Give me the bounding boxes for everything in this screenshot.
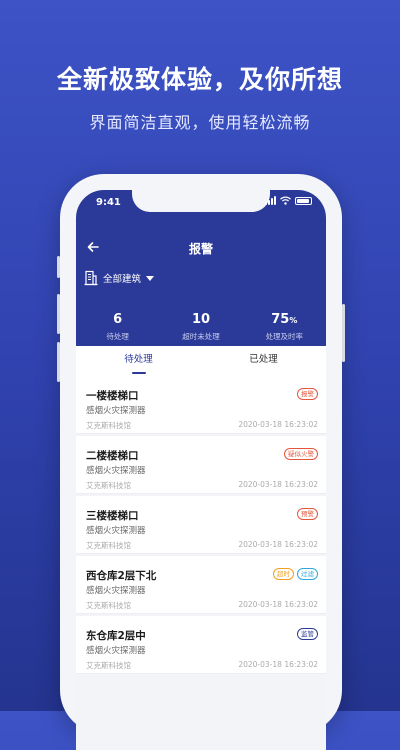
stat-timely-rate[interactable]: 75% 处理及时率 — [243, 312, 326, 342]
alarm-timestamp: 2020-03-18 16:23:02 — [238, 600, 318, 609]
alarm-device: 感烟火灾探测器 — [86, 586, 146, 596]
tab-processed[interactable]: 已处理 — [201, 346, 326, 376]
tab-pending[interactable]: 待处理 — [76, 346, 201, 376]
alarm-organization: 艾克斯科技馆 — [86, 661, 131, 670]
alarm-location: 二楼楼梯口 — [86, 450, 139, 462]
phone-volume-up — [57, 294, 60, 334]
phone-volume-down — [57, 342, 60, 382]
stat-pending[interactable]: 6 待处理 — [76, 312, 159, 342]
promo-subline: 界面简洁直观，使用轻松流畅 — [89, 113, 311, 132]
alarm-device: 感烟火灾探测器 — [86, 526, 146, 536]
alarm-badges: 疑似火警 — [284, 448, 318, 460]
app-screen: 9:41 报警 全部建筑 6 待处理 10 超时未处理 75% 处理及时率 待处… — [76, 190, 326, 750]
stat-timely-rate-unit: % — [289, 316, 298, 325]
alarm-timestamp: 2020-03-18 16:23:02 — [238, 660, 318, 669]
phone-notch — [132, 190, 270, 212]
page-title: 报警 — [188, 242, 213, 256]
alarm-badges: 预警 — [297, 508, 318, 520]
alarm-badges: 超时 过滤 — [273, 568, 318, 580]
alarm-card[interactable]: 一楼楼梯口感烟火灾探测器 艾克斯科技馆 2020-03-18 16:23:02 报警 — [76, 376, 326, 434]
alarm-timestamp: 2020-03-18 16:23:02 — [238, 540, 318, 549]
phone-power-button — [342, 304, 345, 362]
status-time: 9:41 — [96, 197, 121, 208]
stat-pending-label: 待处理 — [106, 332, 129, 341]
stats-row: 6 待处理 10 超时未处理 75% 处理及时率 — [76, 312, 326, 342]
signal-icon — [265, 196, 276, 205]
status-badge: 报警 — [297, 388, 318, 400]
stat-overdue-value: 10 — [191, 312, 211, 327]
status-badge: 监管 — [297, 628, 318, 640]
alarm-card[interactable]: 西仓库2层下北 感烟火灾探测器 艾克斯科技馆 2020-03-18 16:23:02 超… — [76, 556, 326, 614]
status-badge: 过滤 — [297, 568, 318, 580]
alarm-card[interactable]: 东仓库2层中 感烟火灾探测器 艾克斯科技馆 2020-03-18 16:23:02 监管 — [76, 616, 326, 674]
status-icons — [265, 196, 312, 205]
alarm-location: 三楼楼梯口 — [86, 510, 139, 522]
wifi-icon — [280, 196, 291, 205]
building-filter-label: 全部建筑 — [103, 274, 142, 285]
alarm-badges: 监管 — [297, 628, 318, 640]
building-filter-dropdown[interactable]: 全部建筑 — [84, 270, 155, 286]
stat-timely-rate-value: 75% — [243, 312, 326, 327]
alarm-timestamp: 2020-03-18 16:23:02 — [238, 480, 318, 489]
promo-headline: 全新极致体验，及你所想 — [56, 65, 343, 94]
alarm-timestamp: 2020-03-18 16:23:02 — [238, 420, 318, 429]
tab-bar: 待处理 已处理 — [76, 346, 326, 376]
alarm-location: 东仓库2层中 — [86, 630, 146, 642]
status-badge: 预警 — [297, 508, 318, 520]
stat-overdue[interactable]: 10 超时未处理 — [159, 312, 242, 342]
alarm-organization: 艾克斯科技馆 — [86, 481, 131, 490]
alarm-organization: 艾克斯科技馆 — [86, 421, 131, 430]
alarm-device: 感烟火灾探测器 — [86, 466, 146, 476]
alarm-badges: 报警 — [297, 388, 318, 400]
alarm-location: 西仓库2层下北 — [86, 570, 157, 582]
status-badge: 疑似火警 — [284, 448, 318, 460]
alarm-card[interactable]: 二楼楼梯口感烟火灾探测器 艾克斯科技馆 2020-03-18 16:23:02 疑似火… — [76, 436, 326, 494]
stat-timely-rate-label: 处理及时率 — [265, 332, 304, 341]
alarm-location: 一楼楼梯口 — [86, 390, 139, 402]
caret-down-icon — [146, 275, 155, 281]
phone-frame: 9:41 报警 全部建筑 6 待处理 10 超时未处理 75% 处理及时率 待处… — [57, 174, 345, 750]
alarm-organization: 艾克斯科技馆 — [86, 601, 131, 610]
stat-pending-value: 6 — [113, 312, 123, 327]
phone-mute-switch — [57, 256, 60, 278]
alarm-organization: 艾克斯科技馆 — [86, 541, 131, 550]
building-icon — [84, 270, 98, 286]
stat-timely-rate-number: 75 — [271, 312, 290, 327]
battery-icon — [295, 197, 312, 205]
alarm-device: 感烟火灾探测器 — [86, 406, 146, 416]
stat-overdue-label: 超时未处理 — [182, 332, 220, 341]
status-badge: 超时 — [273, 568, 294, 580]
alarm-card[interactable]: 三楼楼梯口感烟火灾探测器 艾克斯科技馆 2020-03-18 16:23:02 预警 — [76, 496, 326, 554]
alarm-device: 感烟火灾探测器 — [86, 646, 146, 656]
